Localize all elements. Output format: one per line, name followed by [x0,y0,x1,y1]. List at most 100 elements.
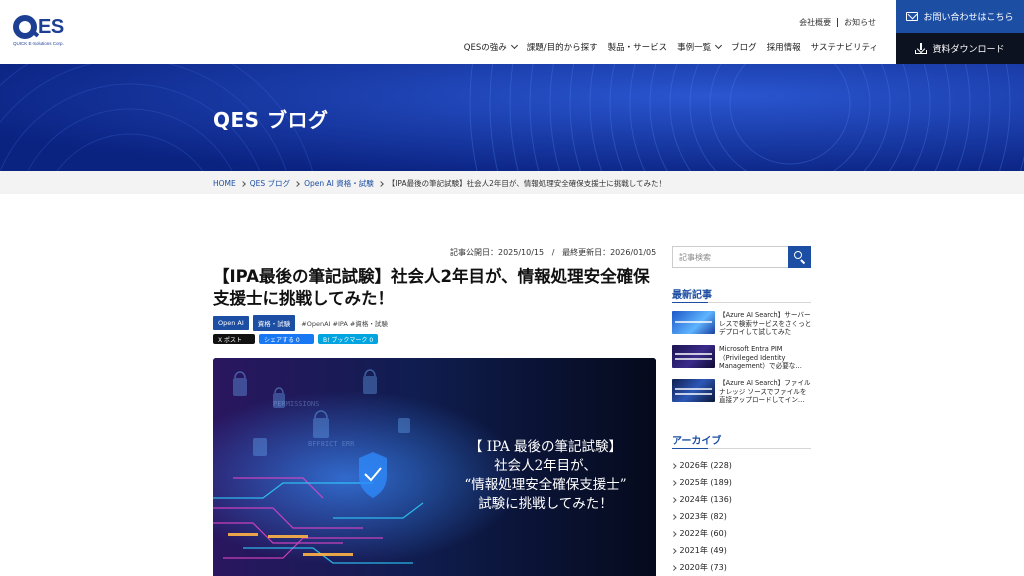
company-link[interactable]: 会社概要 [799,17,831,28]
eyecatch-line-3: “情報処理安全確保支援士” [464,477,627,493]
nav-label: ブログ [731,43,757,53]
chevron-down-icon [715,41,723,50]
article-dates: 記事公開日：2025/10/15 / 最終更新日：2026/01/05 [450,247,656,258]
contact-button[interactable]: お問い合わせはこちら [896,0,1024,33]
article-search-input[interactable] [672,246,788,268]
utility-separator [837,18,839,27]
archive-heading: アーカイブ [672,432,811,449]
logo-subtitle: QUICK E-Solutions Corp. [13,41,64,46]
published-date: 記事公開日：2025/10/15 [450,248,545,257]
eyecatch-line-2: 社会人2年目が、 [494,458,597,474]
chevron-right-icon [671,514,677,519]
recent-post-item[interactable]: Microsoft Entra PIM（Privileged Identity … [672,345,812,379]
archive-label: 2024年 (136) [679,495,732,504]
archive-label: 2023年 (82) [679,512,727,521]
nav-cases[interactable]: 事例一覧 [677,41,723,53]
svg-text:PERMISSIONS: PERMISSIONS [273,400,319,408]
nav-label: サステナビリティ [810,43,878,53]
archive-item-2025[interactable]: 2025年 (189) [671,474,812,491]
eyecatch-line-1: 【 IPA 最後の筆記試験】 [468,439,622,455]
archive-label: 2022年 (60) [679,529,727,538]
hero-title: QES ブログ [213,108,329,132]
archive-label: 2026年 (228) [679,461,732,470]
nav-label: 製品・サービス [607,43,668,53]
article-title: 【IPA最後の筆記試験】社会人2年目が、情報処理安全確保支援士に挑戦してみた！ [213,267,650,308]
article-tags: Open AI 資格・試験 #OpenAI #IPA #資格・試験 [213,315,388,331]
chevron-right-icon [671,531,677,536]
chevron-right-icon [671,565,677,570]
facebook-share-button[interactable]: シェアする 0 [259,334,314,344]
search-icon-handle [800,259,806,265]
hero-banner: QES ブログ [0,64,1024,171]
recent-posts-list: 【Azure AI Search】サーバーレスで検索サービスをさくっとデプロイし… [672,311,812,413]
breadcrumb-blog[interactable]: QES ブログ [250,178,290,189]
hatena-bookmark-button[interactable]: B! ブックマーク 0 [318,334,378,344]
breadcrumb-home[interactable]: HOME [213,179,236,188]
archive-list: 2026年 (228) 2025年 (189) 2024年 (136) 2023… [671,457,812,576]
recent-post-thumbnail [672,345,715,368]
recent-post-item[interactable]: 【Azure AI Search】サーバーレスで検索サービスをさくっとデプロイし… [672,311,812,345]
chevron-right-icon [239,180,246,187]
hashtags[interactable]: #OpenAI #IPA #資格・試験 [301,318,388,328]
archive-item-2024[interactable]: 2024年 (136) [671,491,812,508]
nav-label: 課題/目的から探す [526,43,598,53]
archive-item-2026[interactable]: 2026年 (228) [671,457,812,474]
chevron-right-icon [671,463,677,468]
nav-label: QESの強み [463,43,507,53]
nav-label: 事例一覧 [677,43,712,53]
x-post-button[interactable]: X ポスト [213,334,255,344]
chevron-down-icon [510,41,518,50]
article-eyecatch-image: PERMISSIONS BFF8ICT ERR 【 IPA 最後の筆記試験】 社… [213,358,656,576]
logo-mark: ES [13,15,64,39]
recent-post-thumbnail [672,379,715,402]
nav-blog[interactable]: ブログ [731,41,757,53]
nav-solutions[interactable]: 課題/目的から探す [527,41,598,53]
site-logo[interactable]: ES QUICK E-Solutions Corp. [13,15,71,49]
archive-item-2020[interactable]: 2020年 (73) [671,559,812,576]
share-buttons: X ポスト シェアする 0 B! ブックマーク 0 [213,334,378,344]
logo-q-icon [13,15,37,39]
nav-sustainability[interactable]: サステナビリティ [811,41,878,53]
nav-label: 採用情報 [766,43,801,53]
eyecatch-line-4: 試験に挑戦してみた！ [478,496,613,512]
nav-recruit[interactable]: 採用情報 [767,41,801,53]
breadcrumb-current: 【IPA最後の筆記試験】社会人2年目が、情報処理安全確保支援士に挑戦してみた！ [387,179,666,188]
tag-openai[interactable]: Open AI [213,316,249,330]
recent-post-title: Microsoft Entra PIM（Privileged Identity … [719,345,802,371]
site-header: ES QUICK E-Solutions Corp. 会社概要 お知らせ QES… [0,0,1024,64]
search-icon [794,251,802,259]
recent-post-title: 【Azure AI Search】サーバーレスで検索サービスをさくっとデプロイし… [719,311,812,337]
tag-certification[interactable]: 資格・試験 [252,315,296,331]
chevron-right-icon [377,180,384,187]
hero-wave-pattern [0,64,1024,171]
archive-label: 2021年 (49) [679,546,727,555]
download-label: 資料ダウンロード [932,45,1005,55]
eyecatch-caption: 【 IPA 最後の筆記試験】 社会人2年目が、 “情報処理安全確保支援士” 試験… [443,438,648,514]
breadcrumb: HOME QES ブログ Open AI 資格・試験 【IPA最後の筆記試験】社… [0,171,1024,194]
breadcrumb-category[interactable]: Open AI 資格・試験 [304,178,374,189]
contact-label: お問い合わせはこちら [923,13,1014,23]
recent-post-item[interactable]: 【Azure AI Search】ファイルナレッジ ソースでファイルを直接アップ… [672,379,812,413]
logo-text: ES [38,15,64,38]
recent-post-thumbnail [672,311,715,334]
chevron-right-icon [671,497,677,502]
chevron-right-icon [671,480,677,485]
news-link[interactable]: お知らせ [844,17,876,28]
mail-icon [906,12,919,21]
svg-text:BFF8ICT ERR: BFF8ICT ERR [308,440,355,448]
date-separator: / [551,248,555,257]
search-button[interactable] [788,246,811,268]
archive-label: 2020年 (73) [679,563,727,572]
chevron-right-icon [671,548,677,553]
nav-strengths[interactable]: QESの強み [463,41,518,53]
archive-item-2021[interactable]: 2021年 (49) [671,542,812,559]
archive-item-2022[interactable]: 2022年 (60) [671,525,812,542]
recent-posts-heading: 最新記事 [672,286,811,303]
archive-item-2023[interactable]: 2023年 (82) [671,508,812,525]
nav-products[interactable]: 製品・サービス [608,41,668,53]
download-button[interactable]: 資料ダウンロード [896,33,1024,64]
utility-nav: 会社概要 お知らせ [799,17,876,28]
archive-label: 2025年 (189) [679,478,732,487]
recent-post-title: 【Azure AI Search】ファイルナレッジ ソースでファイルを直接アップ… [719,379,811,405]
global-nav: QESの強み 課題/目的から探す 製品・サービス 事例一覧 ブログ 採用情報 サ… [464,41,878,53]
